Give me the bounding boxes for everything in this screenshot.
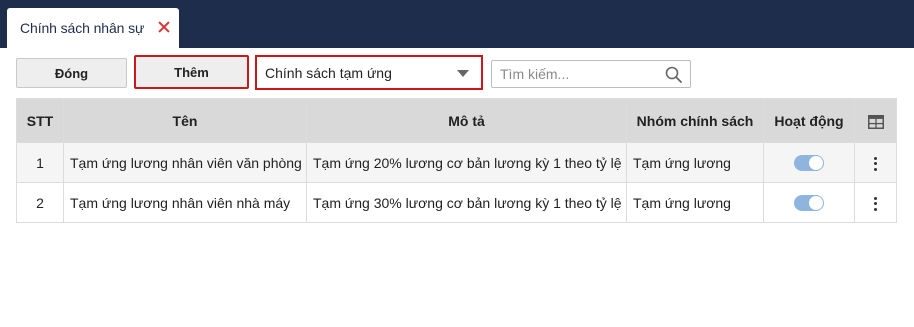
- cell-active: [763, 182, 855, 223]
- more-vertical-icon[interactable]: [872, 156, 880, 171]
- column-header-description[interactable]: Mô tả: [306, 98, 627, 143]
- table-row[interactable]: 2 Tạm ứng lương nhân viên nhà máy Tạm ứn…: [16, 182, 897, 223]
- table-row[interactable]: 1 Tạm ứng lương nhân viên văn phòng Tạm …: [16, 142, 897, 183]
- table-columns-icon[interactable]: [867, 114, 884, 129]
- cell-description: Tạm ứng 20% lương cơ bản lương kỳ 1 theo…: [306, 142, 627, 183]
- table-header-row: STT Tên Mô tả Nhóm chính sách Hoạt động: [16, 98, 897, 143]
- caret-down-icon[interactable]: [457, 70, 469, 77]
- column-header-name[interactable]: Tên: [63, 98, 307, 143]
- cell-description: Tạm ứng 30% lương cơ bản lương kỳ 1 theo…: [306, 182, 627, 223]
- column-settings-cell: [854, 98, 897, 143]
- search-box: [491, 60, 691, 88]
- policy-type-select-value: Chính sách tạm ứng: [265, 64, 392, 81]
- close-button[interactable]: Đóng: [16, 58, 127, 88]
- cell-name: Tạm ứng lương nhân viên nhà máy: [63, 182, 307, 223]
- active-toggle[interactable]: [794, 195, 824, 212]
- column-header-stt[interactable]: STT: [16, 98, 64, 143]
- toggle-knob: [809, 156, 823, 171]
- cell-actions: [854, 142, 897, 183]
- more-vertical-icon[interactable]: [872, 196, 880, 211]
- cell-group: Tạm ứng lương: [626, 142, 764, 183]
- policy-type-select[interactable]: Chính sách tạm ứng: [255, 55, 483, 90]
- toggle-knob: [809, 196, 823, 211]
- top-bar: Chính sách nhân sự: [0, 0, 914, 48]
- column-header-group[interactable]: Nhóm chính sách: [626, 98, 764, 143]
- close-icon[interactable]: [157, 20, 171, 34]
- search-icon[interactable]: [665, 66, 682, 83]
- policy-table: STT Tên Mô tả Nhóm chính sách Hoạt động …: [16, 98, 897, 223]
- cell-stt: 2: [16, 182, 64, 223]
- cell-name: Tạm ứng lương nhân viên văn phòng: [63, 142, 307, 183]
- column-header-active[interactable]: Hoạt động: [763, 98, 855, 143]
- cell-stt: 1: [16, 142, 64, 183]
- add-button[interactable]: Thêm: [134, 55, 249, 89]
- active-toggle[interactable]: [794, 155, 824, 172]
- search-input[interactable]: [492, 61, 660, 87]
- tab-title: Chính sách nhân sự: [20, 20, 145, 36]
- cell-actions: [854, 182, 897, 223]
- tab-chinh-sach-nhan-su[interactable]: Chính sách nhân sự: [7, 8, 179, 48]
- cell-active: [763, 142, 855, 183]
- cell-group: Tạm ứng lương: [626, 182, 764, 223]
